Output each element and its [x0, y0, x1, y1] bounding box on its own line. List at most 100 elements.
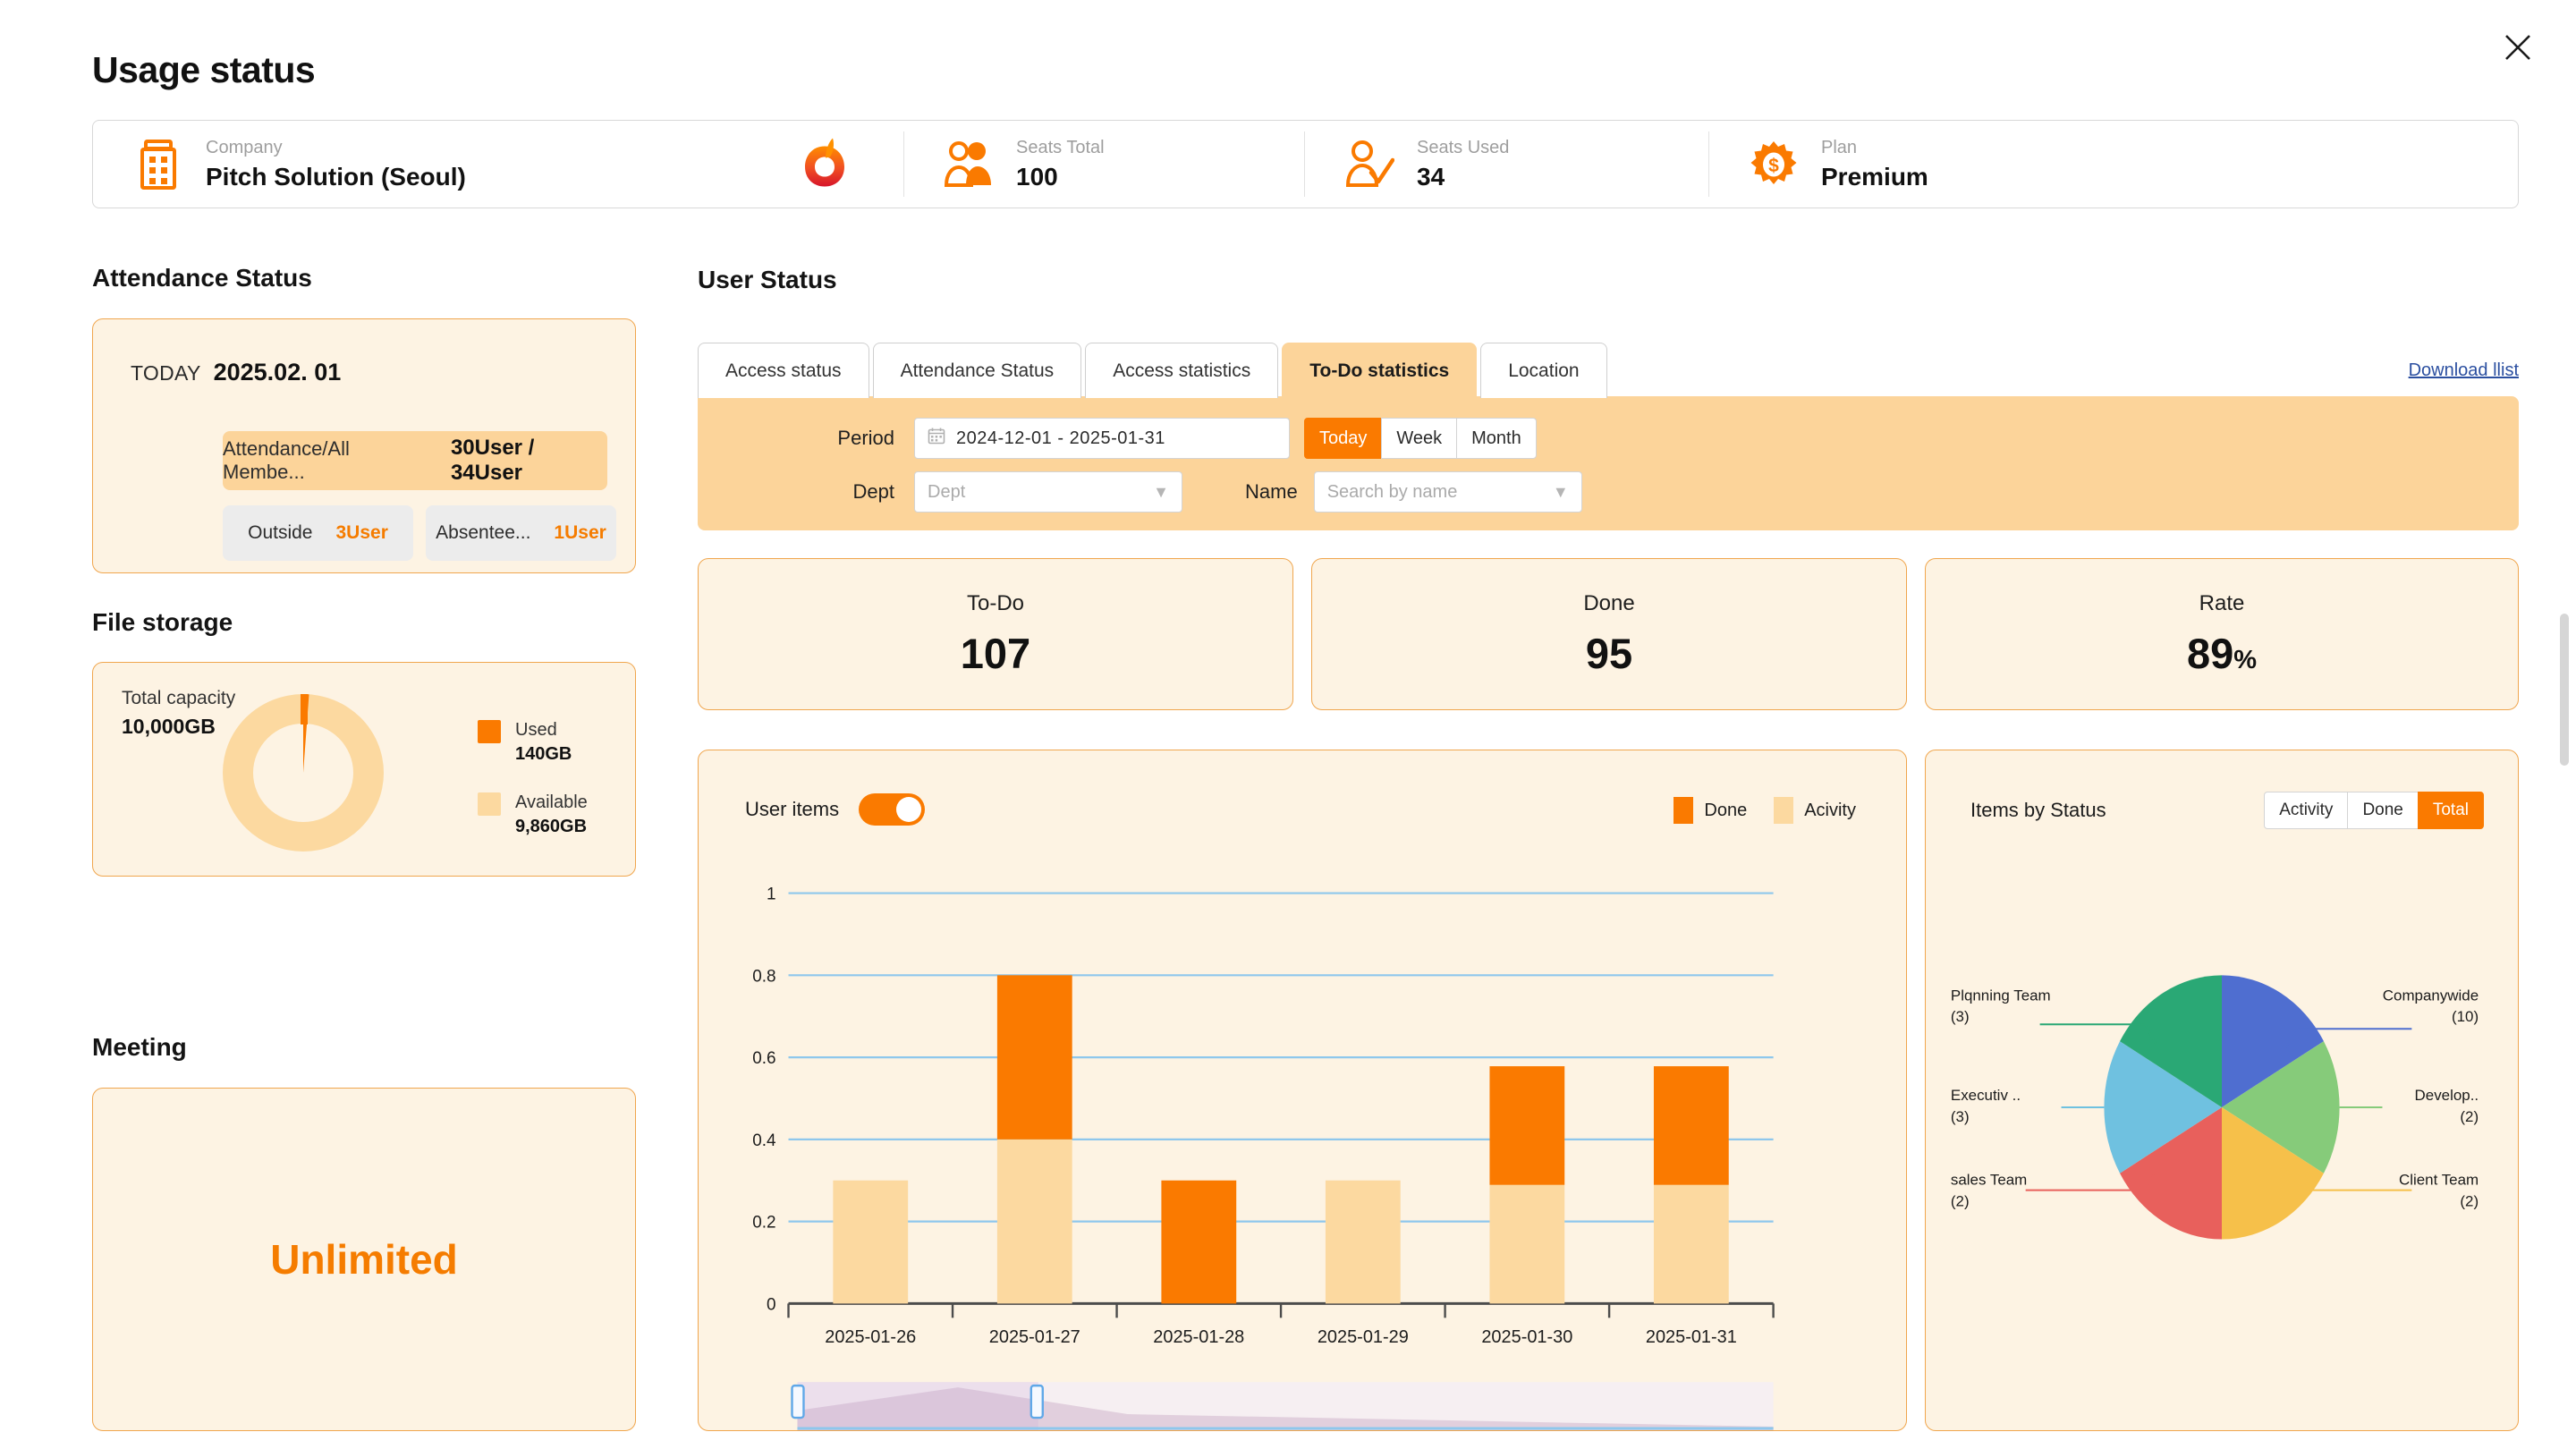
tab-location[interactable]: Location [1480, 343, 1607, 398]
page-scrollbar[interactable] [2560, 614, 2569, 766]
info-label-company: Company [206, 137, 283, 157]
svg-text:2025-01-30: 2025-01-30 [1481, 1327, 1572, 1347]
bar-group-2025-01-29 [1325, 1180, 1401, 1304]
info-cell-company: Company Pitch Solution (Seoul) [93, 121, 903, 208]
attendance-all-members-value: 30User / 34User [450, 436, 535, 485]
outside-label: Outside [248, 522, 313, 543]
range-month-button[interactable]: Month [1456, 418, 1537, 459]
legend-swatch-used [478, 720, 501, 743]
usage-status-dialog: Usage status Company Pitch Solution (Seo… [0, 0, 2576, 1449]
dept-label: Dept [852, 480, 894, 503]
pie-label-companywide: Companywide [2383, 987, 2479, 1004]
bar-chart-x-ticks [787, 1303, 1775, 1318]
svg-text:2025-01-31: 2025-01-31 [1646, 1327, 1737, 1347]
tab-attendance-status[interactable]: Attendance Status [872, 343, 1082, 398]
bar-group-2025-01-26 [833, 1180, 909, 1304]
attendance-all-members-label: Attendance/All Membe... [223, 437, 350, 483]
info-label-seats-used: Seats Used [1417, 137, 1510, 157]
stat-label-rate: Rate [2199, 590, 2245, 615]
range-today-button[interactable]: Today [1304, 418, 1383, 459]
stat-value-todo: 107 [960, 629, 1031, 677]
svg-text:0.4: 0.4 [752, 1131, 775, 1150]
tab-access-status[interactable]: Access status [698, 343, 869, 398]
svg-text:0.8: 0.8 [752, 967, 775, 986]
info-label-plan: Plan [1821, 137, 1858, 157]
user-status-tabs: Access status Attendance Status Access s… [698, 343, 1607, 398]
pie-count-executive: (3) [1951, 1108, 1970, 1125]
name-label: Name [1245, 480, 1298, 503]
stat-value-rate-number: 89 [2186, 629, 2234, 677]
absentee-value: 1User [554, 522, 606, 543]
svg-text:2025-01-27: 2025-01-27 [989, 1327, 1080, 1347]
pie-count-planning-team: (3) [1951, 1008, 1970, 1025]
stat-label-todo: To-Do [966, 590, 1025, 615]
svg-text:$: $ [1768, 156, 1779, 176]
today-label: TODAY [131, 361, 201, 385]
attendance-all-members-row: Attendance/All Membe... 30User / 34User [223, 431, 607, 490]
info-cell-seats-used: Seats Used 34 [1304, 121, 1708, 208]
pie-label-planning-team: Plqnning Team [1951, 987, 2051, 1004]
pie-count-client-team: (2) [2460, 1193, 2479, 1210]
meeting-heading: Meeting [92, 1033, 187, 1061]
file-storage-heading: File storage [92, 608, 233, 636]
bar-group-2025-01-27 [996, 975, 1072, 1304]
meeting-value: Unlimited [270, 1236, 458, 1283]
info-value-plan: Premium [1821, 162, 1928, 191]
bar-chart-svg: 1 0.8 0.6 0.4 0.2 0 2025-01-26 2025-01-2… [752, 886, 1775, 1430]
pie-label-executive: Executiv .. [1951, 1087, 2021, 1104]
legend-item-used: Used 140GB [478, 718, 588, 767]
tab-todo-statistics[interactable]: To-Do statistics [1282, 343, 1478, 398]
range-week-button[interactable]: Week [1381, 418, 1458, 459]
meeting-card: Unlimited [92, 1088, 636, 1431]
stat-label-done: Done [1583, 590, 1635, 615]
legend-label-used: Used [515, 720, 557, 740]
filter-panel: Period 2024-12-01 - 2025-01-31 Today Wee… [698, 396, 2519, 530]
date-range-input[interactable]: 2024-12-01 - 2025-01-31 [914, 418, 1290, 459]
legend-item-available: Available 9,860GB [478, 791, 588, 840]
gear-dollar-icon: $ [1746, 140, 1801, 189]
todo-bar-chart-panel: User items Done Acivity 1 0.8 0.6 0.4 0.… [698, 750, 1907, 1431]
pie-count-sales-team: (2) [1951, 1193, 1970, 1210]
user-check-icon [1342, 140, 1397, 189]
svg-text:0: 0 [767, 1295, 776, 1314]
outside-row: Outside 3User [223, 505, 413, 561]
chevron-down-icon: ▼ [1552, 482, 1569, 501]
calendar-icon [928, 427, 945, 450]
pie-label-client-team: Client Team [2399, 1172, 2479, 1189]
page-title: Usage status [92, 49, 316, 90]
user-status-heading: User Status [698, 266, 837, 293]
chevron-down-icon: ▼ [1153, 482, 1169, 501]
bar-group-2025-01-31 [1653, 1066, 1729, 1304]
legend-swatch-available [478, 792, 501, 816]
name-search-select[interactable]: Search by name ▼ [1313, 471, 1582, 513]
pie-slices [2104, 975, 2340, 1240]
today-date: 2025.02. 01 [213, 359, 342, 386]
svg-text:2025-01-28: 2025-01-28 [1153, 1327, 1244, 1347]
legend-label-available: Available [515, 792, 588, 812]
attendance-card: TODAY 2025.02. 01 Attendance/All Membe..… [92, 318, 636, 573]
stat-card-rate: Rate 89% [1925, 558, 2519, 710]
stat-card-done: Done 95 [1311, 558, 1907, 710]
svg-text:2025-01-29: 2025-01-29 [1318, 1327, 1409, 1347]
tab-access-statistics[interactable]: Access statistics [1085, 343, 1279, 398]
outside-value: 3User [335, 522, 388, 543]
info-bar: Company Pitch Solution (Seoul) Seats Tot… [92, 120, 2519, 208]
close-icon[interactable] [2497, 27, 2538, 68]
users-icon [941, 140, 996, 189]
storage-legend: Used 140GB Available 9,860GB [478, 718, 588, 863]
apple-brand-logo [801, 136, 848, 192]
attendance-heading: Attendance Status [92, 264, 312, 292]
name-placeholder: Search by name [1326, 481, 1458, 502]
dept-placeholder: Dept [928, 481, 966, 502]
absentee-label: Absentee... [436, 522, 531, 543]
bar-group-2025-01-30 [1489, 1066, 1565, 1304]
file-storage-card: Total capacity 10,000GB Used 140GB Avail… [92, 662, 636, 877]
chart-range-brush [791, 1382, 1774, 1430]
download-list-link[interactable]: Download llist [2409, 360, 2519, 381]
dept-select[interactable]: Dept ▼ [914, 471, 1182, 513]
storage-donut-chart [182, 688, 424, 862]
dept-name-filter-row: Dept Dept ▼ Name Search by name ▼ [814, 471, 1582, 513]
svg-text:0.6: 0.6 [752, 1049, 775, 1068]
svg-text:0.2: 0.2 [752, 1214, 775, 1233]
building-icon [131, 139, 186, 190]
